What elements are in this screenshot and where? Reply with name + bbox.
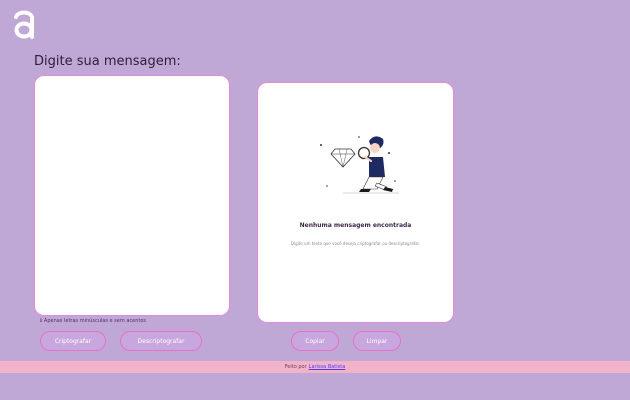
clear-button[interactable]: Limpar xyxy=(353,331,401,351)
footer-prefix: Feito por xyxy=(284,364,307,370)
message-input[interactable] xyxy=(34,75,230,316)
decrypt-button[interactable]: Descriptografar xyxy=(120,331,202,351)
searching-person-illustration-icon xyxy=(320,136,399,194)
encrypt-button[interactable]: Criptografar xyxy=(40,331,106,351)
copy-button[interactable]: Copiar xyxy=(291,331,339,351)
input-hint: ℹ Apenas letras minúsculas e sem acentos xyxy=(40,318,146,324)
info-icon: ℹ xyxy=(40,318,42,324)
logo-icon xyxy=(12,8,36,44)
footer: Feito por Larissa Batista xyxy=(0,361,630,373)
author-link[interactable]: Larissa Batista xyxy=(309,364,346,370)
hint-text: Apenas letras minúsculas e sem acentos xyxy=(43,318,147,324)
page-title: Digite sua mensagem: xyxy=(34,54,181,69)
no-message-title: Nenhuma mensagem encontrada xyxy=(299,222,412,229)
no-message-subtitle: Digite um texto que você deseja criptogr… xyxy=(290,241,421,246)
output-panel: Nenhuma mensagem encontrada Digite um te… xyxy=(257,82,454,323)
